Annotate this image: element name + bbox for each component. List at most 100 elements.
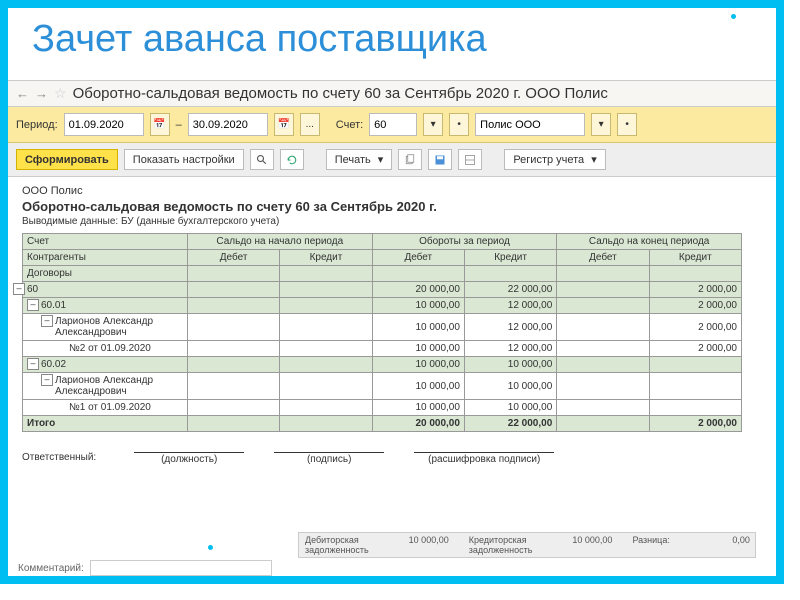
report-subtitle: Выводимые данные: БУ (данные бухгалтерск… bbox=[22, 216, 762, 227]
cell-td: 10 000,00 bbox=[372, 373, 464, 400]
cell-td: 10 000,00 bbox=[372, 357, 464, 373]
cell-ed bbox=[557, 400, 649, 416]
col-sc: Кредит bbox=[280, 250, 372, 266]
calendar-to-icon[interactable]: 📅 bbox=[274, 113, 294, 136]
refresh-icon[interactable] bbox=[280, 149, 304, 170]
sig-decode: (расшифровка подписи) bbox=[414, 452, 554, 465]
cell-sc bbox=[280, 373, 372, 400]
window-title: Оборотно-сальдовая ведомость по счету 60… bbox=[73, 85, 608, 102]
table-row[interactable]: –Ларионов Александр Александрович10 000,… bbox=[23, 314, 742, 341]
cell-sc bbox=[280, 282, 372, 298]
cell-sd bbox=[187, 341, 279, 357]
cell-ec bbox=[649, 373, 741, 400]
cell-ec: 2 000,00 bbox=[649, 282, 741, 298]
export-icon[interactable] bbox=[458, 149, 482, 170]
signature-row: Ответственный: (должность) (подпись) (ра… bbox=[22, 452, 762, 465]
comment-row: Комментарий: bbox=[18, 560, 272, 576]
cell-tc: 12 000,00 bbox=[464, 314, 556, 341]
toolbar: Сформировать Показать настройки Печать ▾… bbox=[8, 143, 776, 177]
stat-cred-label: Кредиторская задолженность bbox=[469, 535, 533, 555]
slide-title: Зачет аванса поставщика bbox=[8, 8, 776, 67]
search-icon[interactable] bbox=[250, 149, 274, 170]
nav-fwd-icon[interactable]: → bbox=[35, 86, 48, 101]
table-row[interactable]: №1 от 01.09.2020 10 000,0010 000,00 bbox=[23, 400, 742, 416]
cell-ed bbox=[557, 282, 649, 298]
col-sd: Дебет bbox=[187, 250, 279, 266]
cell-td: 10 000,00 bbox=[372, 314, 464, 341]
row-name: –60.01 bbox=[23, 298, 188, 314]
decorative-dot bbox=[208, 545, 213, 550]
org-select-icon[interactable]: • bbox=[617, 113, 637, 136]
date-from-input[interactable] bbox=[64, 113, 144, 136]
account-label: Счет: bbox=[336, 119, 363, 131]
cell-ed bbox=[557, 373, 649, 400]
row-name: –Ларионов Александр Александрович bbox=[23, 373, 188, 400]
cell-ec bbox=[649, 400, 741, 416]
print-button[interactable]: Печать ▾ bbox=[326, 149, 393, 170]
col-account: Счет bbox=[23, 234, 188, 250]
cell-sd bbox=[187, 282, 279, 298]
register-button[interactable]: Регистр учета ▾ bbox=[504, 149, 605, 170]
org-dropdown-icon[interactable]: ▾ bbox=[591, 113, 611, 136]
tree-toggle-icon[interactable]: – bbox=[41, 315, 53, 327]
tree-toggle-icon[interactable]: – bbox=[41, 374, 53, 386]
row-name: №1 от 01.09.2020 bbox=[23, 400, 188, 416]
cell-tc: 10 000,00 bbox=[464, 373, 556, 400]
date-dash: – bbox=[176, 119, 182, 131]
status-bar: Дебиторская задолженность 10 000,00 Кред… bbox=[298, 532, 756, 558]
account-dropdown-icon[interactable]: ▾ bbox=[423, 113, 443, 136]
cell-tc: 22 000,00 bbox=[464, 282, 556, 298]
generate-button[interactable]: Сформировать bbox=[16, 149, 118, 170]
copy-icon[interactable] bbox=[398, 149, 422, 170]
show-settings-button[interactable]: Показать настройки bbox=[124, 149, 244, 170]
total-label: Итого bbox=[23, 416, 188, 432]
tree-toggle-icon[interactable]: – bbox=[13, 283, 25, 295]
sig-resp-label: Ответственный: bbox=[22, 452, 96, 465]
cell-td: 10 000,00 bbox=[372, 341, 464, 357]
col-end: Сальдо на конец периода bbox=[557, 234, 742, 250]
cell-sd bbox=[187, 314, 279, 341]
cell-td: 10 000,00 bbox=[372, 298, 464, 314]
cell-tc: 10 000,00 bbox=[464, 357, 556, 373]
cell-sd bbox=[187, 400, 279, 416]
cell-tc: 10 000,00 bbox=[464, 400, 556, 416]
calendar-from-icon[interactable]: 📅 bbox=[150, 113, 170, 136]
nav-back-icon[interactable]: ← bbox=[16, 86, 29, 101]
table-row[interactable]: –60.02 10 000,0010 000,00 bbox=[23, 357, 742, 373]
favorite-star-icon[interactable]: ☆ bbox=[54, 85, 67, 102]
comment-input[interactable] bbox=[90, 560, 272, 576]
col-ec: Кредит bbox=[649, 250, 741, 266]
date-to-input[interactable] bbox=[188, 113, 268, 136]
slide-frame: Зачет аванса поставщика ← → ☆ Оборотно-с… bbox=[0, 0, 784, 584]
cell-sc bbox=[280, 341, 372, 357]
report-title: Оборотно-сальдовая ведомость по счету 60… bbox=[22, 199, 762, 214]
stat-deb: 10 000,00 bbox=[389, 535, 449, 555]
document-window: ← → ☆ Оборотно-сальдовая ведомость по сч… bbox=[8, 80, 776, 473]
table-row[interactable]: №2 от 01.09.202010 000,0012 000,002 000,… bbox=[23, 341, 742, 357]
cell-sd bbox=[187, 373, 279, 400]
cell-sc bbox=[280, 357, 372, 373]
stat-diff-label: Разница: bbox=[632, 535, 669, 555]
tree-toggle-icon[interactable]: – bbox=[27, 299, 39, 311]
window-titlebar: ← → ☆ Оборотно-сальдовая ведомость по сч… bbox=[8, 80, 776, 107]
decorative-dot bbox=[731, 14, 736, 19]
account-select-icon[interactable]: • bbox=[449, 113, 469, 136]
cell-tc: 12 000,00 bbox=[464, 298, 556, 314]
report-table: Счет Сальдо на начало периода Обороты за… bbox=[22, 233, 742, 432]
cell-ec bbox=[649, 357, 741, 373]
cell-ec: 2 000,00 bbox=[649, 341, 741, 357]
save-icon[interactable] bbox=[428, 149, 452, 170]
account-input[interactable] bbox=[369, 113, 417, 136]
cell-td: 20 000,00 bbox=[372, 282, 464, 298]
org-input[interactable] bbox=[475, 113, 585, 136]
tree-toggle-icon[interactable]: – bbox=[27, 358, 39, 370]
table-row[interactable]: –6020 000,0022 000,002 000,00 bbox=[23, 282, 742, 298]
col-tc: Кредит bbox=[464, 250, 556, 266]
cell-td: 10 000,00 bbox=[372, 400, 464, 416]
stat-diff: 0,00 bbox=[690, 535, 750, 555]
row-name: –60.02 bbox=[23, 357, 188, 373]
period-picker-button[interactable]: ... bbox=[300, 113, 320, 136]
col-counterparties: Контрагенты bbox=[23, 250, 188, 266]
table-row[interactable]: –Ларионов Александр Александрович 10 000,… bbox=[23, 373, 742, 400]
table-row[interactable]: –60.0110 000,0012 000,002 000,00 bbox=[23, 298, 742, 314]
